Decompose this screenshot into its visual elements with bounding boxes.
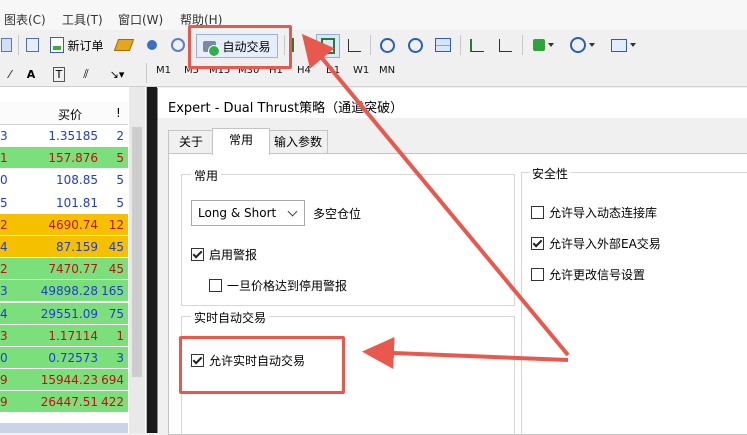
tab-common[interactable]: 常用 [212, 128, 270, 155]
annotation-arrow-left [362, 336, 569, 369]
annotation-arrow-up [301, 33, 570, 357]
annotation-arrows [301, 33, 570, 369]
